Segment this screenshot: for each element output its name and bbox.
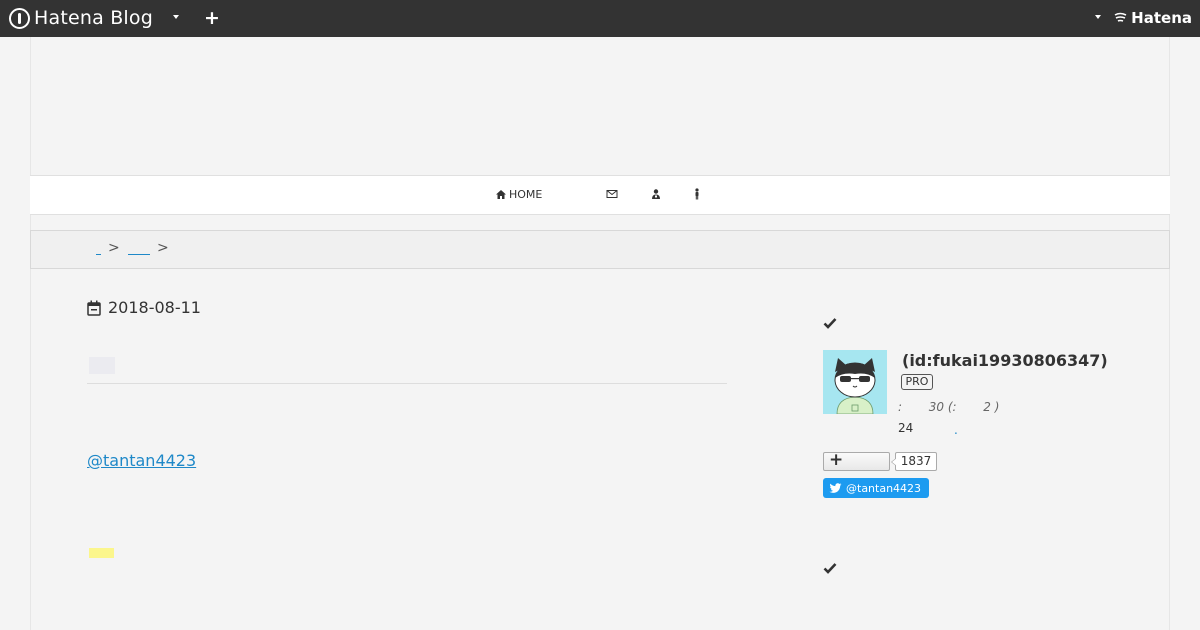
breadcrumb: > > <box>30 230 1170 269</box>
hatena-label: Hatena <box>1131 9 1192 27</box>
breadcrumb-link-top[interactable] <box>96 241 101 255</box>
nav-home-label: HOME <box>509 188 543 201</box>
entry-divider <box>87 383 727 384</box>
check-icon <box>823 563 837 574</box>
twitter-handle-link[interactable]: @tantan4423 <box>87 451 196 470</box>
brand-name: Hatena Blog <box>34 7 153 29</box>
hatena-logo[interactable]: Hatena <box>1113 9 1192 27</box>
follower-count: 1837 <box>891 452 937 471</box>
new-post-plus-icon[interactable]: + <box>204 7 220 29</box>
breadcrumb-separator: > <box>108 240 120 256</box>
blog-menu-caret-icon[interactable] <box>173 15 179 19</box>
global-nav: HOME <box>30 175 1170 215</box>
hatena-blog-logo-icon <box>9 7 30 29</box>
follow-button[interactable]: + <box>823 450 890 471</box>
entry-date[interactable]: 2018-08-11 <box>87 298 201 317</box>
pro-badge: PRO <box>901 374 933 390</box>
plus-icon: + <box>829 450 844 470</box>
page-container <box>30 37 1170 630</box>
profile-meta: : 30 (: 2 ) <box>898 400 1000 414</box>
account-menu-caret-icon[interactable] <box>1095 15 1101 19</box>
brand-logo[interactable]: Hatena Blog <box>9 7 153 29</box>
person-icon[interactable] <box>691 188 703 200</box>
twitter-follow-label: @tantan4423 <box>846 481 922 495</box>
hatena-mark-icon <box>1114 12 1127 22</box>
calendar-icon <box>87 300 101 316</box>
envelope-icon[interactable] <box>606 188 618 200</box>
profile-id[interactable]: (id:fukai19930806347) <box>902 351 1108 370</box>
highlighted-text <box>89 548 114 558</box>
nav-home-link[interactable]: HOME <box>496 188 542 201</box>
user-icon[interactable] <box>650 188 662 200</box>
entry-date-text: 2018-08-11 <box>108 298 201 317</box>
breadcrumb-link-category[interactable] <box>128 241 150 255</box>
entry-title[interactable] <box>89 357 115 374</box>
global-header: Hatena Blog + Hatena <box>0 0 1200 37</box>
twitter-follow-button[interactable]: @tantan4423 <box>823 478 929 498</box>
profile-count: 24 <box>898 421 914 435</box>
twitter-bird-icon <box>829 482 842 493</box>
check-icon <box>823 318 837 329</box>
avatar[interactable] <box>823 350 887 414</box>
home-icon <box>496 190 506 199</box>
cat-avatar-icon <box>823 350 887 414</box>
profile-link[interactable]: . <box>954 423 958 437</box>
breadcrumb-separator: > <box>157 240 169 256</box>
